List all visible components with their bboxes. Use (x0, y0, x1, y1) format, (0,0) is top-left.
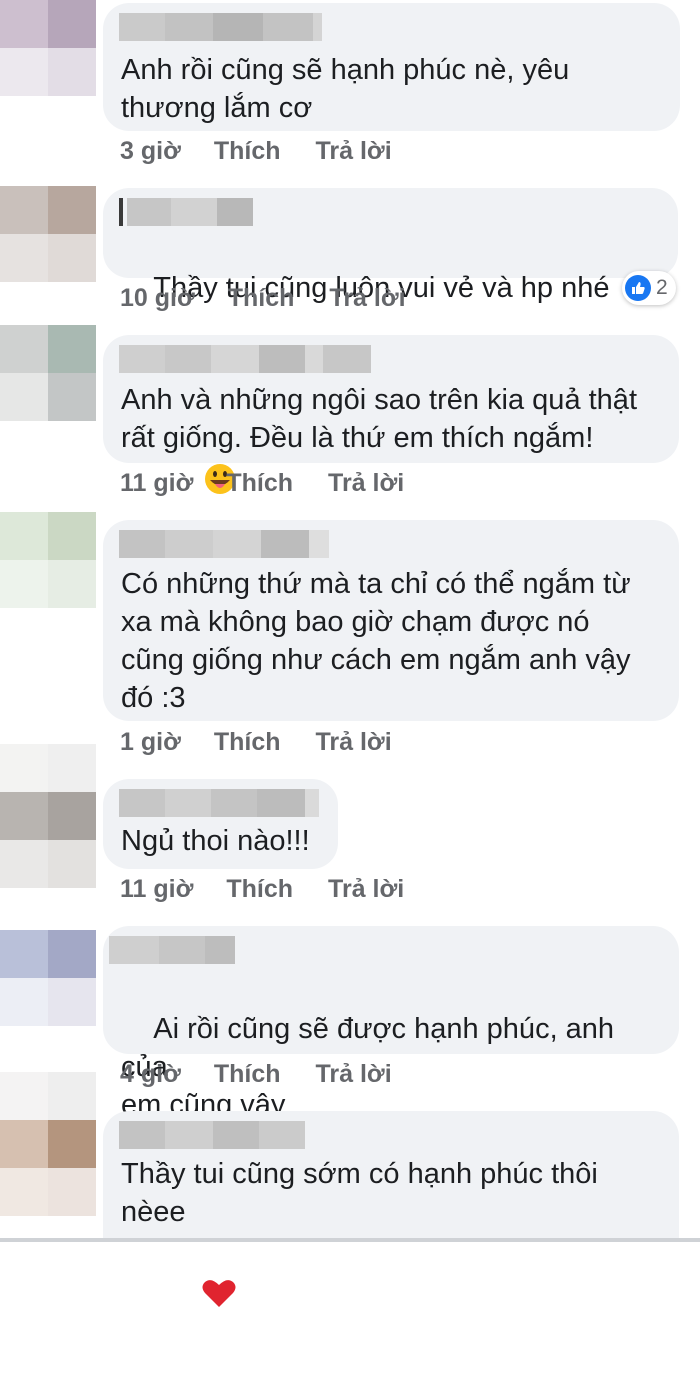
avatar[interactable] (0, 930, 96, 1026)
commenter-name-redacted[interactable] (119, 1121, 305, 1149)
comment-time[interactable]: 1 giờ (120, 728, 181, 757)
reply-button[interactable]: Trả lời (328, 875, 404, 904)
comment-time[interactable]: 10 giờ (120, 284, 195, 313)
comment-bubble: Anh và những ngôi sao trên kia quả thật … (103, 335, 679, 463)
red-heart-emoji (153, 1240, 236, 1356)
commenter-name-redacted[interactable] (119, 789, 319, 817)
like-button[interactable]: Thích (214, 1060, 281, 1089)
comment-bubble: Thầy tui cũng sớm có hạnh phúc thôi nèee (103, 1111, 679, 1242)
reply-button[interactable]: Trả lời (328, 469, 404, 498)
comment-text: Anh rồi cũng sẽ hạnh phúc nè, yêu thương… (121, 54, 570, 124)
comment-meta: 3 giờ Thích Trả lời (120, 134, 392, 168)
comment-meta: 11 giờ Thích Trả lời (120, 466, 404, 500)
reply-button[interactable]: Trả lời (316, 137, 392, 166)
comment-meta: 10 giờ Thích Trả lời (120, 281, 406, 315)
avatar[interactable] (0, 0, 96, 96)
comment-bubble: Có những thứ mà ta chỉ có thể ngắm từ xa… (103, 520, 679, 721)
comment-text: Anh và những ngôi sao trên kia quả thật … (121, 384, 637, 454)
avatar[interactable] (0, 186, 96, 282)
like-button[interactable]: Thích (228, 284, 295, 313)
comment-time[interactable]: 11 giờ (120, 875, 193, 904)
comment-meta: 11 giờ Thích Trả lời (120, 872, 404, 906)
avatar[interactable] (0, 792, 96, 888)
comment-time[interactable]: 3 giờ (120, 137, 181, 166)
reply-button[interactable]: Trả lời (329, 284, 405, 313)
reaction-count-badge[interactable]: 2 (622, 271, 676, 305)
like-button[interactable]: Thích (214, 728, 281, 757)
like-button[interactable]: Thích (226, 875, 293, 904)
commenter-name-redacted[interactable] (109, 936, 235, 964)
avatar[interactable] (0, 512, 96, 608)
avatar[interactable] (0, 1120, 96, 1216)
like-button[interactable]: Thích (214, 137, 281, 166)
comment-time[interactable]: 11 giờ (120, 469, 193, 498)
avatar[interactable] (0, 325, 96, 421)
comment-meta: 4 giờ Thích Trả lời (120, 1057, 392, 1091)
commenter-name-redacted[interactable] (119, 530, 329, 558)
comment-text: Ngủ thoi nào!!! (121, 825, 310, 857)
avatar-decor-top (0, 1072, 96, 1120)
like-icon (625, 275, 651, 301)
comment-bubble: Ai rồi cũng sẽ được hạnh phúc, anh của e… (103, 926, 679, 1307)
commenter-name-redacted[interactable] (119, 345, 371, 373)
bottom-divider (0, 1238, 700, 1242)
comment-text: Thầy tui cũng sớm có hạnh phúc thôi nèee (121, 1158, 598, 1228)
like-button[interactable]: Thích (226, 469, 293, 498)
commenter-name-redacted[interactable] (119, 13, 322, 41)
reply-button[interactable]: Trả lời (316, 728, 392, 757)
comment-bubble: Ngủ thoi nào!!! (103, 779, 338, 869)
reaction-count: 2 (656, 276, 668, 299)
comment-text: Có những thứ mà ta chỉ có thể ngắm từ xa… (121, 568, 631, 714)
comment-time[interactable]: 4 giờ (120, 1060, 181, 1089)
comment-bubble: Anh rồi cũng sẽ hạnh phúc nè, yêu thương… (103, 3, 680, 131)
comment-bubble: Thầy tui cũng luôn vui vẻ và hp nhé (103, 188, 678, 494)
comment-meta: 1 giờ Thích Trả lời (120, 725, 392, 759)
reply-button[interactable]: Trả lời (316, 1060, 392, 1089)
avatar-decor-top (0, 744, 96, 792)
commenter-name-redacted[interactable] (119, 198, 253, 226)
